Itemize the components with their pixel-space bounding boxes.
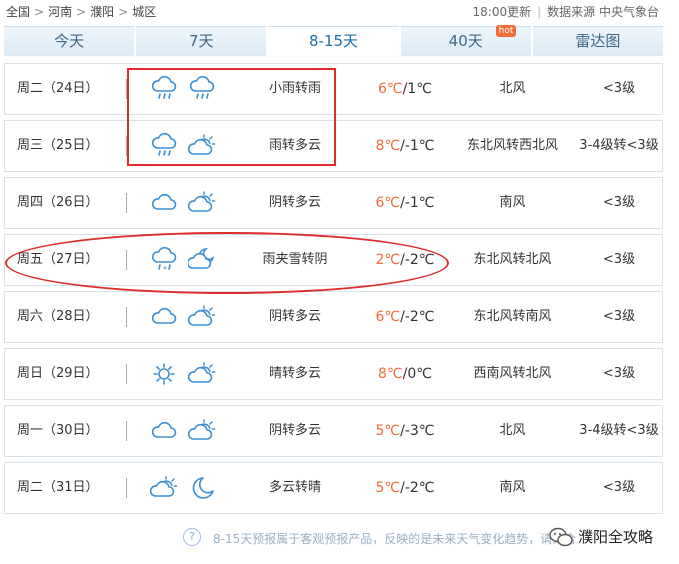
partly-cloudy-icon: [188, 418, 216, 444]
breadcrumb-country[interactable]: 全国: [6, 5, 30, 19]
data-source: 数据来源 中央气象台: [547, 5, 659, 19]
wind-direction: 南风: [499, 195, 526, 210]
footer-note: 8-15天预报属于客观预报产品，反映的是未来天气变化趋势，请结合: [213, 532, 577, 546]
divider: [126, 193, 127, 213]
temperature: 5℃/-3℃: [360, 406, 450, 456]
wind-direction: 东北风转北风: [473, 252, 552, 267]
highlight-ellipse: [5, 232, 449, 294]
weather-description: 阴转多云: [268, 195, 321, 210]
day-date: 周日（29日）: [17, 366, 99, 381]
low-temp: /1℃: [402, 81, 432, 97]
day-date: 周四（26日）: [17, 195, 99, 210]
high-temp: 5℃: [375, 423, 401, 439]
wind-level: <3级: [602, 81, 636, 96]
temperature: 8℃/0℃: [360, 349, 450, 399]
wind-direction: 东北风转南风: [473, 309, 552, 324]
high-temp: 6℃: [375, 309, 401, 325]
update-info: 18:00更新 | 数据来源 中央气象台: [473, 3, 659, 20]
high-temp: 6℃: [378, 81, 403, 97]
wind-direction: 东北风转西北风: [466, 138, 558, 153]
breadcrumb-district: 城区: [132, 5, 157, 19]
wind-direction: 北风: [499, 423, 526, 438]
help-icon[interactable]: ?: [183, 528, 201, 546]
highlight-rectangle: [127, 68, 336, 166]
tab-40-days[interactable]: 40天 hot: [400, 25, 531, 56]
day-date: 周二（24日）: [17, 81, 99, 96]
high-temp: 5℃: [375, 480, 401, 496]
update-time: 18:00更新: [472, 5, 532, 19]
weather-description: 阴转多云: [268, 309, 321, 324]
wind-direction: 西南风转北风: [473, 366, 552, 381]
low-temp: /-1℃: [400, 195, 435, 211]
tab-40-days-label: 40天: [448, 32, 483, 50]
divider: [126, 478, 127, 498]
wind-level: <3级: [602, 480, 636, 495]
breadcrumb-city[interactable]: 濮阳: [90, 5, 114, 19]
breadcrumb-province[interactable]: 河南: [48, 5, 72, 19]
low-temp: /-3℃: [400, 423, 435, 439]
breadcrumb: 全国 > 河南 > 濮阳 > 城区: [6, 3, 156, 20]
wind-level: <3级: [602, 366, 636, 381]
temperature: 8℃/-1℃: [360, 121, 450, 171]
partly-cloudy-icon: [188, 304, 216, 330]
divider: [126, 421, 127, 441]
forecast-tabs: 今天 7天 8-15天 40天 hot 雷达图: [4, 25, 664, 56]
moon-icon: [188, 475, 216, 501]
tab-7-days[interactable]: 7天: [136, 26, 267, 56]
temperature: 6℃/-1℃: [360, 178, 450, 228]
breadcrumb-separator: >: [34, 5, 45, 19]
low-temp: /-2℃: [400, 480, 435, 496]
forecast-row: 周六（28日） 阴转多云 6℃/-2℃ 东北风转南风 <3级: [4, 291, 663, 343]
high-temp: 6℃: [375, 195, 401, 211]
wind-level: <3级: [602, 252, 636, 267]
watermark: 濮阳全攻略: [548, 520, 678, 556]
hot-badge: hot: [495, 25, 517, 37]
divider: [126, 364, 127, 384]
partly-cloudy-icon: [188, 190, 216, 216]
cloud-icon: [150, 418, 178, 444]
weather-description: 多云转晴: [268, 480, 321, 495]
breadcrumb-separator: >: [76, 5, 87, 19]
forecast-row: 周二（31日） 多云转晴 5℃/-2℃ 南风 <3级: [4, 462, 663, 514]
wind-direction: 南风: [499, 480, 526, 495]
forecast-row: 周日（29日） 晴转多云 8℃/0℃ 西南风转北风 <3级: [4, 348, 663, 400]
forecast-row: 周四（26日） 阴转多云 6℃/-1℃ 南风 <3级: [4, 177, 663, 229]
breadcrumb-separator: >: [118, 5, 129, 19]
divider: [126, 307, 127, 327]
watermark-label: 濮阳全攻略: [578, 528, 654, 546]
wind-direction: 北风: [499, 81, 526, 96]
divider: |: [537, 5, 542, 19]
temperature: 6℃/1℃: [360, 64, 450, 114]
wind-level: 3-4级转<3级: [579, 423, 659, 438]
cloud-icon: [150, 190, 178, 216]
partly-cloudy-icon: [188, 361, 216, 387]
wind-level: <3级: [602, 195, 636, 210]
high-temp: 8℃: [378, 366, 403, 382]
cloud-icon: [150, 304, 178, 330]
day-date: 周一（30日）: [17, 423, 99, 438]
low-temp: /-1℃: [400, 138, 435, 154]
weather-description: 阴转多云: [268, 423, 321, 438]
temperature: 5℃/-2℃: [360, 463, 450, 513]
sun-icon: [150, 361, 178, 387]
wind-level: <3级: [602, 309, 636, 324]
tab-today[interactable]: 今天: [4, 26, 135, 56]
high-temp: 8℃: [375, 138, 401, 154]
partly-cloudy-icon: [150, 475, 178, 501]
weather-description: 晴转多云: [268, 366, 321, 381]
tab-radar[interactable]: 雷达图: [532, 26, 664, 56]
wechat-icon: [549, 527, 573, 547]
temperature: 6℃/-2℃: [360, 292, 450, 342]
day-date: 周六（28日）: [17, 309, 99, 324]
wind-level: 3-4级转<3级: [579, 138, 659, 153]
tab-8-15-days[interactable]: 8-15天: [268, 26, 399, 56]
low-temp: /-2℃: [400, 309, 435, 325]
forecast-row: 周一（30日） 阴转多云 5℃/-3℃ 北风 3-4级转<3级: [4, 405, 663, 457]
top-bar: 全国 > 河南 > 濮阳 > 城区 18:00更新 | 数据来源 中央气象台: [0, 0, 679, 22]
day-date: 周二（31日）: [17, 480, 99, 495]
day-date: 周三（25日）: [17, 138, 99, 153]
low-temp: /0℃: [402, 366, 432, 382]
